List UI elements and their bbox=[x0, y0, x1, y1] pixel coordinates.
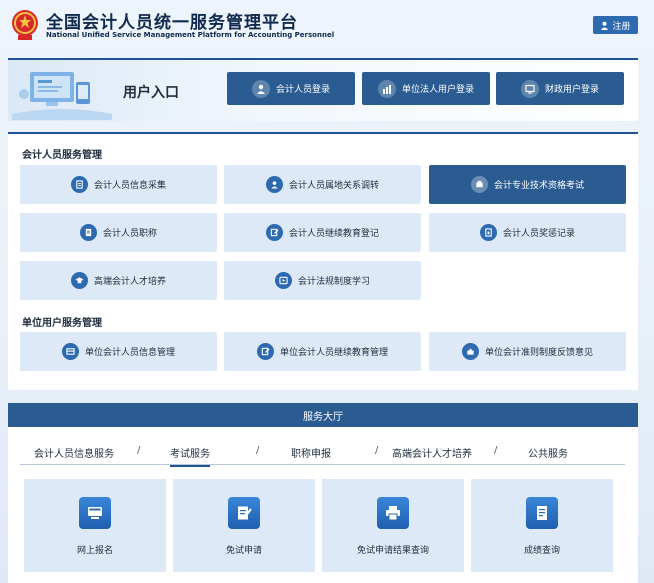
form-icon bbox=[70, 176, 88, 193]
tile-label: 会计人员奖惩记录 bbox=[502, 229, 575, 239]
register-button[interactable]: 注册 bbox=[593, 16, 638, 34]
accountant-login-button[interactable]: 会计人员登录 bbox=[227, 72, 355, 105]
personnel-services-title: 会计人员服务管理 bbox=[22, 150, 102, 161]
personnel-info-collection-tile[interactable]: 会计人员信息采集 bbox=[20, 165, 217, 204]
unit-personnel-info-tile[interactable]: 单位会计人员信息管理 bbox=[20, 332, 217, 371]
unit-services-title: 单位用户服务管理 bbox=[22, 318, 102, 329]
exam-icon bbox=[470, 176, 488, 193]
tile-label: 单位会计人员信息管理 bbox=[84, 348, 175, 358]
site-title: 全国会计人员统一服务管理平台 bbox=[46, 13, 298, 33]
user-icon bbox=[601, 21, 609, 30]
edit-icon bbox=[228, 497, 260, 529]
tab-public-service[interactable]: 公共服务 bbox=[528, 445, 568, 460]
online-registration-card[interactable]: 网上报名 bbox=[24, 479, 166, 572]
service-hall-title: 服务大厅 bbox=[8, 403, 638, 427]
exemption-application-card[interactable]: 免试申请 bbox=[173, 479, 315, 572]
site-subtitle: National Unified Service Management Plat… bbox=[46, 31, 335, 39]
score-query-card[interactable]: 成绩查询 bbox=[471, 479, 613, 572]
graduation-icon bbox=[70, 272, 88, 289]
edit-icon bbox=[256, 343, 274, 360]
tab-separator: / bbox=[137, 445, 141, 456]
tile-label: 会计法规制度学习 bbox=[297, 277, 370, 287]
user-icon bbox=[251, 79, 270, 98]
site-header: 全国会计人员统一服务管理平台 National Unified Service … bbox=[0, 0, 654, 52]
tab-separator: / bbox=[375, 445, 379, 456]
service-hall-panel: 服务大厅 会计人员信息服务 / 考试服务 / 职称申报 / 高端会计人才培养 /… bbox=[8, 403, 638, 583]
play-icon bbox=[274, 272, 292, 289]
rewards-punishments-tile[interactable]: 会计人员奖惩记录 bbox=[429, 213, 626, 252]
tile-label: 单位会计人员继续教育管理 bbox=[279, 348, 388, 358]
unit-continuing-education-tile[interactable]: 单位会计人员继续教育管理 bbox=[224, 332, 421, 371]
transfer-icon bbox=[265, 176, 283, 193]
personnel-transfer-tile[interactable]: 会计人员属地关系调转 bbox=[224, 165, 421, 204]
tile-label: 会计专业技术资格考试 bbox=[493, 181, 584, 191]
exemption-result-query-card[interactable]: 免试申请结果查询 bbox=[322, 479, 464, 572]
tile-label: 高端会计人才培养 bbox=[93, 277, 166, 287]
tile-label: 会计人员信息采集 bbox=[93, 181, 166, 191]
finance-login-label: 财政用户登录 bbox=[544, 85, 599, 95]
card-label: 网上报名 bbox=[76, 546, 113, 556]
tile-label: 会计人员职称 bbox=[102, 229, 157, 239]
tile-label: 单位会计准则制度反馈意见 bbox=[484, 348, 593, 358]
monitor-icon bbox=[520, 79, 539, 98]
printer-icon bbox=[377, 497, 409, 529]
finance-login-button[interactable]: 财政用户登录 bbox=[496, 72, 624, 105]
login-illustration-icon bbox=[12, 72, 112, 120]
unit-legal-login-label: 单位法人用户登录 bbox=[401, 85, 474, 95]
card-label: 成绩查询 bbox=[523, 546, 560, 556]
personnel-title-tile[interactable]: 会计人员职称 bbox=[20, 213, 217, 252]
tab-separator: / bbox=[256, 445, 260, 456]
tile-label: 会计人员继续教育登记 bbox=[288, 229, 379, 239]
tab-exam-service[interactable]: 考试服务 bbox=[170, 445, 210, 467]
national-emblem-icon bbox=[12, 10, 38, 40]
unit-legal-login-button[interactable]: 单位法人用户登录 bbox=[362, 72, 490, 105]
tab-title-application[interactable]: 职称申报 bbox=[291, 445, 331, 460]
register-label: 注册 bbox=[612, 21, 631, 32]
continuing-education-registration-tile[interactable]: 会计人员继续教育登记 bbox=[224, 213, 421, 252]
service-hall-tabs: 会计人员信息服务 / 考试服务 / 职称申报 / 高端会计人才培养 / 公共服务 bbox=[20, 439, 625, 467]
card-label: 免试申请 bbox=[225, 546, 262, 556]
card-label: 免试申请结果查询 bbox=[356, 546, 429, 556]
exam-qualification-tile[interactable]: 会计专业技术资格考试 bbox=[429, 165, 626, 204]
services-panel: 会计人员服务管理 会计人员信息采集 会计人员属地关系调转 会计专业技术资格考试 … bbox=[8, 132, 638, 390]
tab-separator: / bbox=[494, 445, 498, 456]
regulations-learning-tile[interactable]: 会计法规制度学习 bbox=[224, 261, 421, 300]
building-icon bbox=[377, 79, 396, 98]
accountant-login-label: 会计人员登录 bbox=[275, 85, 330, 95]
edit-icon bbox=[265, 224, 283, 241]
senior-talent-training-tile[interactable]: 高端会计人才培养 bbox=[20, 261, 217, 300]
report-icon bbox=[526, 497, 558, 529]
computer-icon bbox=[79, 497, 111, 529]
standards-feedback-tile[interactable]: 单位会计准则制度反馈意见 bbox=[429, 332, 626, 371]
user-entry-panel: 用户入口 会计人员登录 单位法人用户登录 财政用户登录 bbox=[8, 58, 638, 121]
tab-personnel-info-service[interactable]: 会计人员信息服务 bbox=[34, 445, 114, 460]
card-icon bbox=[61, 343, 79, 360]
tile-label: 会计人员属地关系调转 bbox=[288, 181, 379, 191]
tab-senior-talent-training[interactable]: 高端会计人才培养 bbox=[392, 445, 472, 460]
user-entry-title: 用户入口 bbox=[123, 85, 179, 101]
feedback-icon bbox=[461, 343, 479, 360]
record-icon bbox=[479, 224, 497, 241]
document-icon bbox=[79, 224, 97, 241]
